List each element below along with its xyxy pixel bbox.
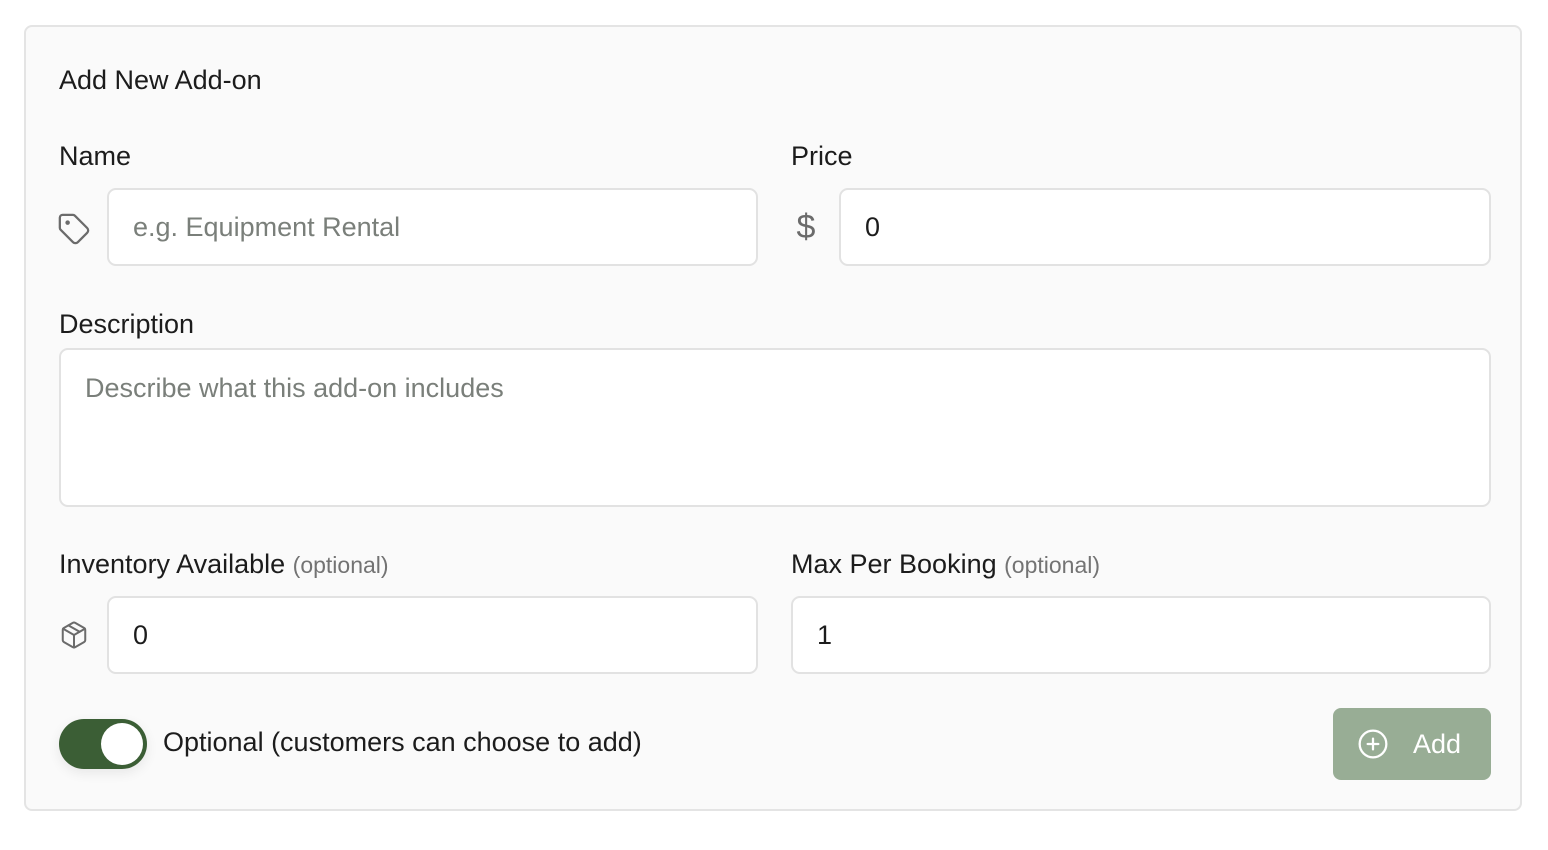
dollar-icon: $ [796,207,816,246]
plus-circle-icon [1357,728,1389,760]
max-per-booking-optional-note: (optional) [1004,552,1101,578]
toggle-knob [101,723,143,765]
optional-toggle-label: Optional (customers can choose to add) [163,727,642,757]
price-input[interactable] [839,188,1491,266]
box-icon [57,618,91,652]
inventory-label: Inventory Available (optional) [59,549,389,580]
add-button[interactable]: Add [1333,708,1491,780]
name-input[interactable] [107,188,758,266]
inventory-label-text: Inventory Available [59,549,286,579]
add-on-form-card: Add New Add-on Name Price $ Description … [24,25,1522,811]
form-title: Add New Add-on [59,65,262,95]
name-label: Name [59,141,132,171]
add-button-label: Add [1413,728,1462,759]
max-per-booking-label-text: Max Per Booking [791,549,997,579]
max-per-booking-label: Max Per Booking (optional) [791,549,1100,580]
inventory-input[interactable] [107,596,758,674]
description-textarea[interactable] [59,348,1491,507]
inventory-optional-note: (optional) [292,552,389,578]
optional-toggle[interactable] [59,719,147,769]
max-per-booking-input[interactable] [791,596,1491,674]
price-label: Price [791,141,853,171]
tag-icon [56,211,92,247]
description-label: Description [59,309,195,339]
